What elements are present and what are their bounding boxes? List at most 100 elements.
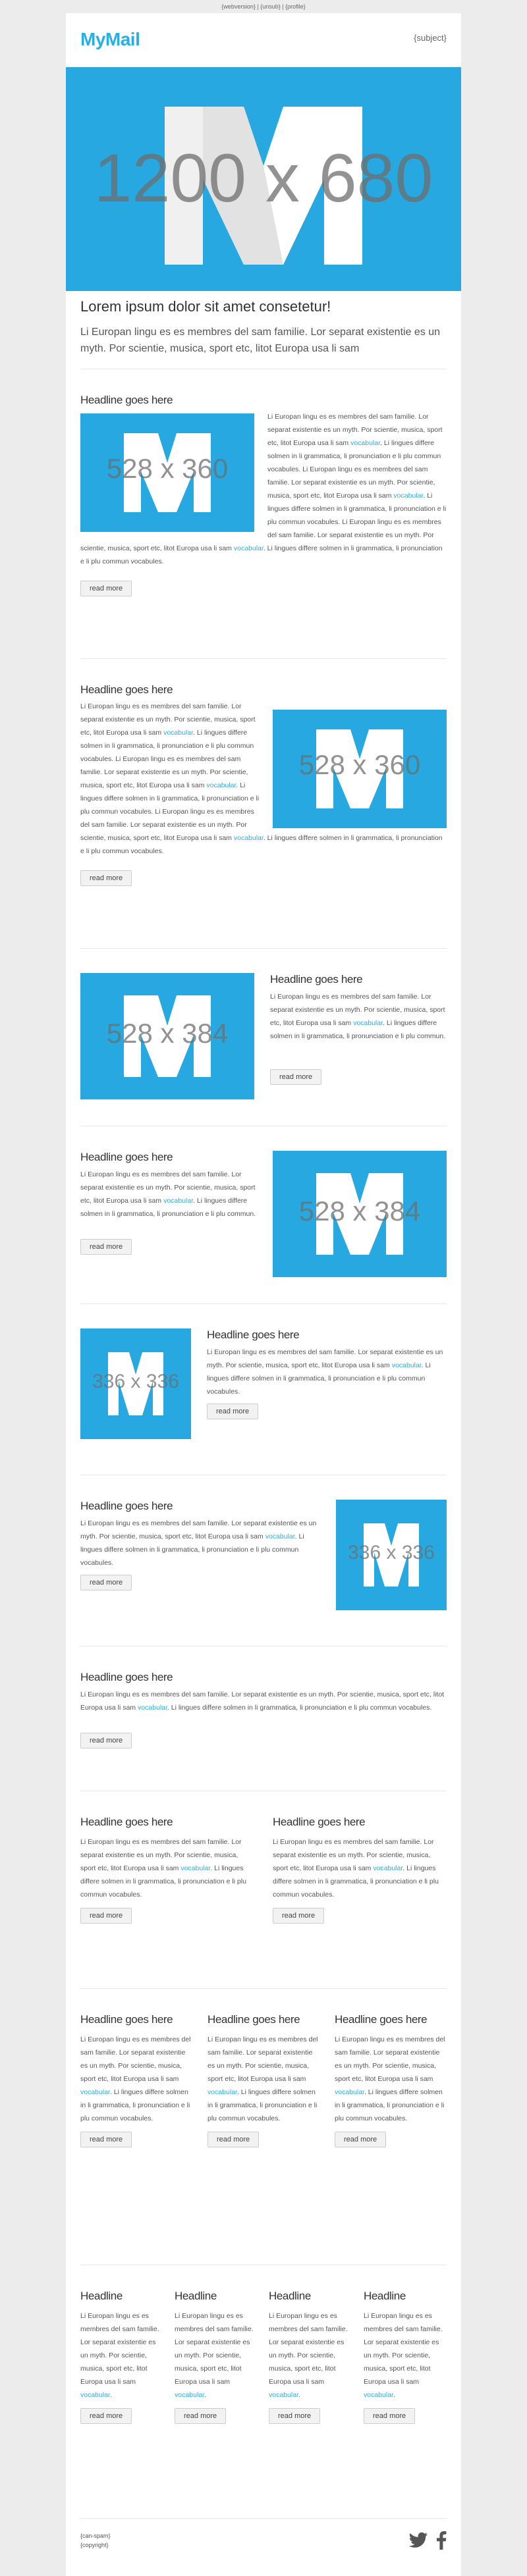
column: Headline goes here Li Europan lingu es e… <box>208 2013 319 2147</box>
read-more-button[interactable]: read more <box>364 2408 416 2424</box>
vocabular-link[interactable]: vocabular <box>269 2391 298 2399</box>
article-headline: Headline <box>364 2290 406 2302</box>
logo[interactable]: MyMail <box>80 29 140 50</box>
article-headline: Headline <box>80 2290 123 2302</box>
divider <box>80 658 447 659</box>
column: Headline Li Europan lingu es es membres … <box>80 2290 163 2424</box>
divider <box>80 2518 447 2519</box>
intro-title: Lorem ipsum dolor sit amet consetetur! <box>80 298 331 315</box>
divider <box>80 948 447 949</box>
read-more-button[interactable]: read more <box>80 1733 132 1748</box>
read-more-button[interactable]: read more <box>80 1908 132 1924</box>
article-headline: Headline goes here <box>80 1671 173 1683</box>
article-headline: Headline goes here <box>80 1816 173 1828</box>
hero-image: 1200 x 680 <box>66 67 461 291</box>
facebook-icon[interactable] <box>436 2531 447 2550</box>
read-more-button[interactable]: read more <box>270 1069 322 1085</box>
vocabular-link[interactable]: vocabular <box>206 781 236 789</box>
column: Headline goes here Li Europan lingu es e… <box>273 1816 447 1924</box>
article-headline: Headline goes here <box>80 1500 173 1512</box>
vocabular-link[interactable]: vocabular <box>364 2391 393 2399</box>
article-text: Li Europan lingu es es membres del sam f… <box>207 1348 443 1396</box>
vocabular-link[interactable]: vocabular <box>208 2088 237 2096</box>
article-text: Li Europan lingu es es membres del sam f… <box>269 2312 348 2399</box>
column: Headline goes here Li Europan lingu es e… <box>80 2013 192 2147</box>
read-more-button[interactable]: read more <box>80 870 132 886</box>
can-spam-text: {can-spam} <box>80 2533 111 2539</box>
article-headline: Headline goes here <box>80 394 173 406</box>
image-placeholder: 528 x 384 <box>298 1196 421 1226</box>
article-headline: Headline goes here <box>80 2013 173 2026</box>
article-headline: Headline goes here <box>208 2013 300 2026</box>
article-headline: Headline goes here <box>207 1328 300 1341</box>
article-block-2: Headline goes here 528 x 360 Li Europan … <box>66 658 461 886</box>
read-more-button[interactable]: read more <box>208 2132 260 2147</box>
read-more-button[interactable]: read more <box>269 2408 321 2424</box>
article-text: Li Europan lingu es es membres del sam f… <box>175 2312 254 2399</box>
read-more-button[interactable]: read more <box>80 2408 132 2424</box>
article-block-9: Headline goes here Li Europan lingu es e… <box>66 1988 461 2147</box>
vocabular-link[interactable]: vocabular <box>350 439 380 447</box>
read-more-button[interactable]: read more <box>335 2132 387 2147</box>
article-headline: Headline <box>175 2290 217 2302</box>
vocabular-link[interactable]: vocabular <box>393 492 423 500</box>
vocabular-link[interactable]: vocabular <box>163 729 193 737</box>
top-links[interactable]: {webversion} | {unsub} | {profile} <box>0 0 527 13</box>
divider <box>80 1303 447 1304</box>
image-placeholder: 336 x 336 <box>348 1542 435 1564</box>
image-placeholder: 336 x 336 <box>92 1371 179 1392</box>
social-links <box>408 2531 447 2550</box>
article-text: Li Europan lingu es es membres del sam f… <box>80 413 447 565</box>
read-more-button[interactable]: read more <box>175 2408 227 2424</box>
article-text: Li Europan lingu es es membres del sam f… <box>364 2312 443 2399</box>
subject: {subject} <box>414 33 447 43</box>
vocabular-link[interactable]: vocabular <box>175 2391 204 2399</box>
article-headline: Headline goes here <box>335 2013 428 2026</box>
intro-body: Li Europan lingu es es membres del sam f… <box>80 327 441 354</box>
read-more-button[interactable]: read more <box>273 1908 325 1924</box>
read-more-button[interactable]: read more <box>80 1239 132 1255</box>
article-text: Li Europan lingu es es membres del sam f… <box>80 1519 317 1567</box>
article-text: Li Europan lingu es es membres del sam f… <box>273 1838 439 1899</box>
article-text: Li Europan lingu es es membres del sam f… <box>335 2036 445 2122</box>
email-header: MyMail {subject} <box>66 13 461 67</box>
vocabular-link[interactable]: vocabular <box>353 1019 383 1027</box>
article-text: Li Europan lingu es es membres del sam f… <box>80 2036 191 2122</box>
article-headline: Headline <box>269 2290 311 2302</box>
vocabular-link[interactable]: vocabular <box>392 1361 422 1369</box>
intro: Lorem ipsum dolor sit amet consetetur! L… <box>66 291 461 357</box>
vocabular-link[interactable]: vocabular <box>138 1704 167 1712</box>
read-more-button[interactable]: read more <box>80 581 132 596</box>
vocabular-link[interactable]: vocabular <box>335 2088 364 2096</box>
vocabular-link[interactable]: vocabular <box>80 2088 110 2096</box>
column: Headline Li Europan lingu es es membres … <box>269 2290 352 2424</box>
image-placeholder: 528 x 384 <box>106 1018 229 1049</box>
column: Headline goes here Li Europan lingu es e… <box>80 1816 254 1924</box>
article-block-5: 336 x 336 Headline goes here Li Europan … <box>66 1303 461 1439</box>
article-headline: Headline goes here <box>270 973 363 986</box>
article-text: Li Europan lingu es es membres del sam f… <box>208 2036 318 2122</box>
vocabular-link[interactable]: vocabular <box>180 1864 210 1872</box>
article-text: Li Europan lingu es es membres del sam f… <box>80 2312 159 2399</box>
twitter-icon[interactable] <box>408 2532 428 2549</box>
article-text: Li Europan lingu es es membres del sam f… <box>80 1838 246 1899</box>
article-headline: Headline goes here <box>273 1816 366 1828</box>
read-more-button[interactable]: read more <box>207 1404 259 1419</box>
vocabular-link[interactable]: vocabular <box>80 2391 110 2399</box>
article-image: 336 x 336 <box>336 1500 447 1610</box>
copyright-text: {copyright} <box>80 2542 109 2548</box>
article-image: 528 x 384 <box>273 1151 447 1277</box>
read-more-button[interactable]: read more <box>80 2132 132 2147</box>
vocabular-link[interactable]: vocabular <box>163 1197 193 1205</box>
column: Headline Li Europan lingu es es membres … <box>175 2290 258 2424</box>
vocabular-link[interactable]: vocabular <box>265 1533 295 1540</box>
vocabular-link[interactable]: vocabular <box>373 1864 402 1872</box>
article-block-3: 528 x 384 Headline goes here Li Europan … <box>66 948 461 1099</box>
vocabular-link[interactable]: vocabular <box>234 834 264 842</box>
hero-placeholder: 1200 x 680 <box>94 140 433 217</box>
read-more-button[interactable]: read more <box>80 1575 132 1590</box>
article-text: Li Europan lingu es es membres del sam f… <box>270 993 446 1040</box>
article-text: Li Europan lingu es es membres del sam f… <box>80 1170 256 1218</box>
vocabular-link[interactable]: vocabular <box>234 544 264 552</box>
divider <box>80 1988 447 1989</box>
